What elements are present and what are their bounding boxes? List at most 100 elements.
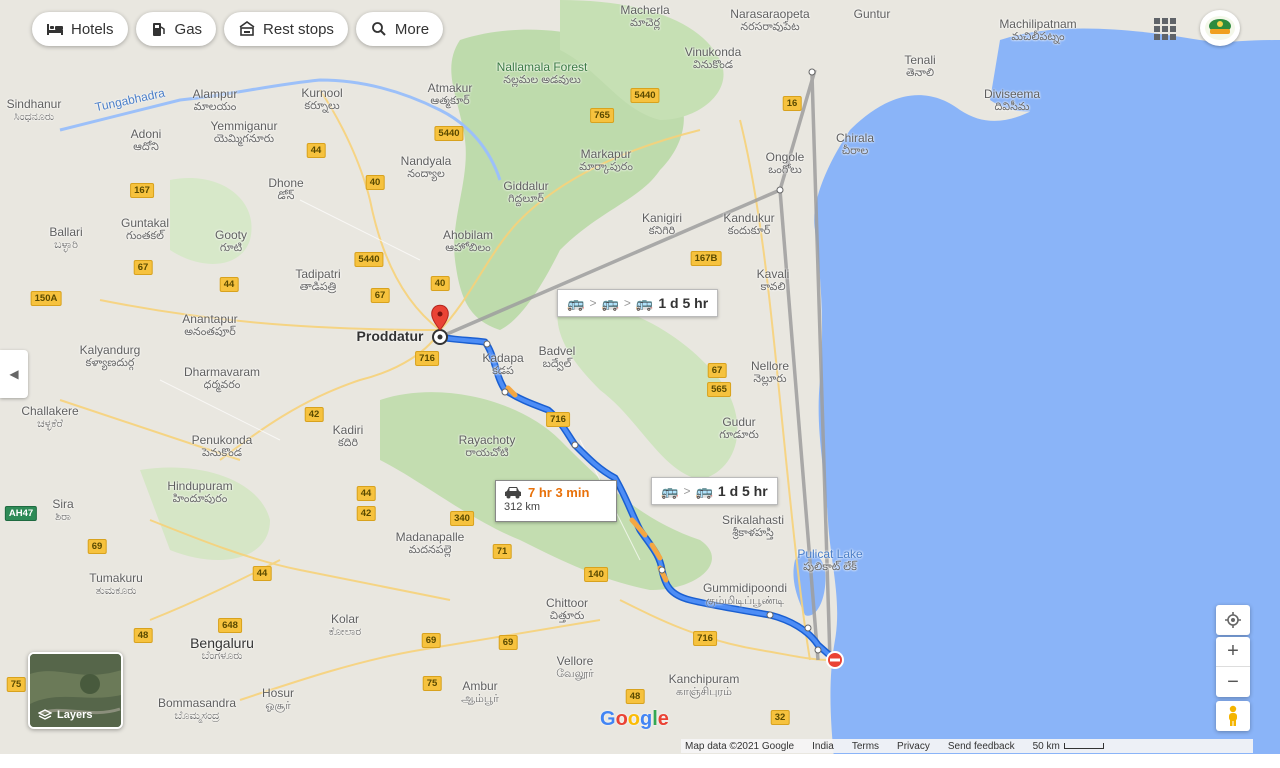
road-shield: 69	[498, 635, 518, 650]
place-label: Penukonda పెనుకొండ	[191, 433, 253, 460]
road-shield: 44	[252, 566, 272, 581]
my-location-button[interactable]	[1216, 605, 1250, 635]
transit-duration: 1 d 5 hr	[658, 295, 709, 311]
zoom-out-button[interactable]: −	[1216, 667, 1250, 697]
apps-grid-icon[interactable]	[1154, 18, 1176, 40]
chevron-right-icon: >	[623, 296, 631, 310]
chevron-left-icon: ◀	[9, 367, 19, 381]
place-label: Gooty గూటి	[214, 228, 248, 255]
layers-button[interactable]: Layers	[28, 652, 123, 729]
drive-duration: 7 hr 3 min	[528, 485, 590, 500]
place-label: Ahobilam ఆహోబిలం	[442, 228, 494, 255]
place-label: Kolar ಕೋಲಾರ	[328, 612, 362, 639]
road-shield: 44	[356, 486, 376, 501]
road-shield: 71	[492, 544, 512, 559]
place-label: Sira ಶಿರಾ	[52, 497, 74, 524]
road-shield: 32	[770, 710, 790, 725]
layers-icon	[38, 709, 52, 720]
place-label: Tenali తెనాలి	[904, 53, 936, 80]
origin-label[interactable]: Proddatur	[357, 329, 424, 343]
scale-line	[1063, 743, 1104, 749]
place-label: Kandukur కందుకూర్	[723, 211, 775, 238]
driving-route-card[interactable]: 7 hr 3 min 312 km	[495, 480, 617, 522]
place-label: Anantapur అనంతపూర్	[182, 312, 238, 339]
place-label: Guntur	[853, 7, 891, 21]
transit-duration: 1 d 5 hr	[717, 483, 768, 499]
road-shield: 5440	[354, 252, 384, 267]
place-label: Pulicat Lake పులికాట్ లేక్	[797, 547, 863, 574]
road-shield: 48	[133, 628, 153, 643]
road-shield: 75	[6, 677, 26, 692]
place-label: Yemmiganur యెమ్మిగనూరు	[210, 119, 278, 146]
car-icon	[505, 487, 521, 499]
place-label: Atmakur ఆత్మకూర్	[427, 81, 473, 108]
drive-distance: 312 km	[504, 501, 541, 513]
chevron-right-icon: >	[589, 296, 597, 310]
place-label: Dhone డోన్	[268, 176, 304, 203]
road-shield: 716	[415, 351, 439, 366]
search-icon	[370, 20, 388, 38]
place-label: Nallamala Forest నల్లమల అడవులు	[496, 60, 588, 87]
road-shield: 716	[546, 412, 570, 427]
place-label: Bommasandra ಬೊಮ್ಮಸಂದ್ರ	[157, 696, 237, 723]
road-shield: 48	[625, 689, 645, 704]
street-view-pegman-button[interactable]	[1216, 701, 1250, 731]
road-shield: 42	[356, 506, 376, 521]
place-label: Kanigiri కనిగిరి	[641, 211, 683, 238]
road-shield: 69	[87, 539, 107, 554]
place-label: Gudur గూడూరు	[719, 415, 759, 442]
road-shield: 5440	[630, 88, 660, 103]
bus-icon: 🚌	[695, 482, 713, 499]
place-label: Adoni ఆదోని	[130, 127, 162, 154]
place-label: Hindupuram హిందూపురం	[167, 479, 233, 506]
place-label: Giddalur గిద్దలూర్	[503, 179, 549, 206]
place-label: Ambur ஆம்பூர்	[461, 679, 499, 706]
avatar[interactable]	[1200, 10, 1240, 46]
rest-stop-icon	[238, 20, 256, 38]
place-label: Bengaluru ಬೆಂಗಳೂರು	[190, 635, 254, 662]
place-label: Chittoor చిత్తూరు	[545, 596, 589, 623]
hotels-chip[interactable]: Hotels	[32, 12, 128, 46]
rest-stops-chip[interactable]: Rest stops	[224, 12, 348, 46]
road-shield: 565	[707, 382, 731, 397]
collapse-panel-button[interactable]: ◀	[0, 350, 28, 398]
place-label: Diviseema దివిసీమ	[983, 87, 1041, 114]
road-shield: 140	[584, 567, 608, 582]
place-label: Madanapalle మదనపల్లె	[395, 530, 465, 557]
place-label: Vinukonda వినుకొండ	[684, 45, 742, 72]
road-shield: 340	[450, 511, 474, 526]
chevron-right-icon: >	[683, 484, 691, 498]
send-feedback-link[interactable]: Send feedback	[948, 741, 1015, 752]
place-label: Guntakal గుంతకల్	[120, 216, 170, 243]
map-data-attribution: Map data ©2021 Google	[685, 740, 795, 752]
place-label: Ballari ಬಳ್ಳಾರಿ	[49, 225, 83, 252]
road-shield: 67	[370, 288, 390, 303]
region-link[interactable]: India	[812, 741, 834, 752]
place-label: Hosur ஓசூர்	[261, 686, 295, 713]
place-label: Gummidipoondi கும்மிடிப்பூண்டி	[702, 581, 788, 608]
place-label: Sindhanur ಸಿಂಧನೂರು	[6, 97, 62, 124]
scale-bar[interactable]: 50 km	[1033, 741, 1104, 752]
category-chips: Hotels Gas Rest stops More	[32, 12, 444, 46]
bottom-strip	[0, 754, 1280, 768]
road-shield: 167	[130, 183, 154, 198]
bus-icon: 🚌	[661, 482, 679, 499]
transit-route-card[interactable]: 🚌 > 🚌 1 d 5 hr	[651, 477, 778, 505]
google-logo: Google	[600, 708, 669, 730]
bed-icon	[46, 20, 64, 38]
place-label: Challakere ಚಳ್ಳಕೆರೆ	[21, 404, 79, 431]
terms-link[interactable]: Terms	[852, 741, 879, 752]
road-shield: 40	[430, 276, 450, 291]
road-shield: 44	[306, 143, 326, 158]
more-chip[interactable]: More	[355, 12, 444, 46]
map-footer: Map data ©2021 Google India Terms Privac…	[681, 739, 1253, 753]
privacy-link[interactable]: Privacy	[897, 741, 930, 752]
zoom-in-button[interactable]: +	[1216, 637, 1250, 667]
place-label: Macherla మాచెర్ల	[620, 3, 670, 30]
account-logo-icon	[1205, 16, 1235, 40]
place-label: Alampur మాలయం	[192, 87, 238, 114]
place-label: Kavali కావలి	[756, 267, 790, 294]
map-canvas[interactable]: Macherla మాచెర్ల Narasaraopeta నరసరావుపేట …	[0, 0, 1280, 768]
transit-route-card[interactable]: 🚌 > 🚌 > 🚌 1 d 5 hr	[557, 289, 719, 317]
gas-chip[interactable]: Gas	[135, 12, 217, 46]
